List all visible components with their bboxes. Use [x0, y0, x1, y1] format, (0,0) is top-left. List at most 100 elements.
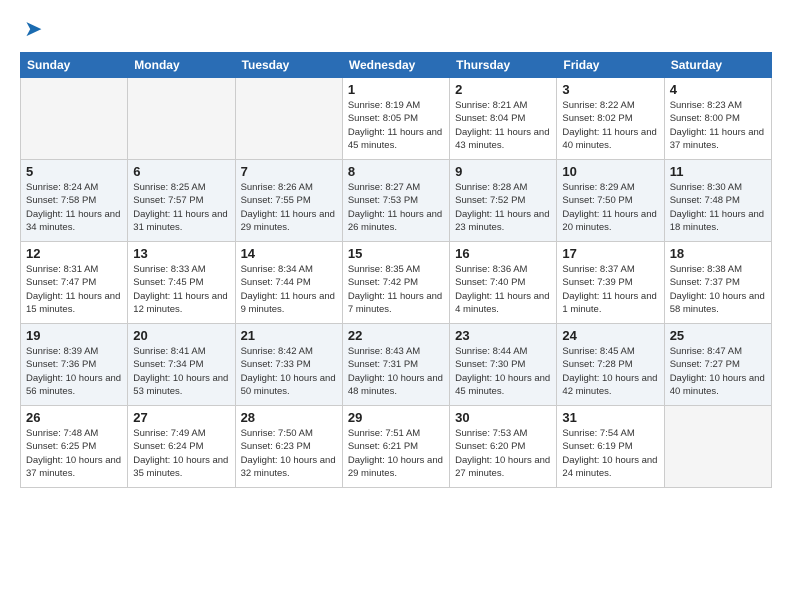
day-info: Sunrise: 7:53 AM Sunset: 6:20 PM Dayligh…: [455, 427, 551, 480]
calendar-cell: 24 Sunrise: 8:45 AM Sunset: 7:28 PM Dayli…: [557, 324, 664, 406]
calendar-cell: 30 Sunrise: 7:53 AM Sunset: 6:20 PM Dayli…: [450, 406, 557, 488]
calendar-cell: [235, 78, 342, 160]
calendar-cell: 16 Sunrise: 8:36 AM Sunset: 7:40 PM Dayli…: [450, 242, 557, 324]
calendar-cell: 15 Sunrise: 8:35 AM Sunset: 7:42 PM Dayli…: [342, 242, 449, 324]
day-info: Sunrise: 8:31 AM Sunset: 7:47 PM Dayligh…: [26, 263, 122, 316]
calendar-week-row: 26Sunrise: 7:48 AM Sunset: 6:25 PM Dayli…: [21, 406, 772, 488]
day-number: 24: [562, 328, 658, 343]
weekday-header-friday: Friday: [557, 53, 664, 78]
day-number: 18: [670, 246, 766, 261]
day-number: 2: [455, 82, 551, 97]
calendar-week-row: 5Sunrise: 8:24 AM Sunset: 7:58 PM Daylig…: [21, 160, 772, 242]
day-number: 29: [348, 410, 444, 425]
day-number: 11: [670, 164, 766, 179]
day-number: 21: [241, 328, 337, 343]
calendar-cell: 29 Sunrise: 7:51 AM Sunset: 6:21 PM Dayli…: [342, 406, 449, 488]
day-number: 15: [348, 246, 444, 261]
page: ➤ SundayMondayTuesdayWednesdayThursdayFr…: [0, 0, 792, 612]
day-number: 17: [562, 246, 658, 261]
day-info: Sunrise: 8:22 AM Sunset: 8:02 PM Dayligh…: [562, 99, 658, 152]
day-number: 6: [133, 164, 229, 179]
calendar-week-row: 12 Sunrise: 8:31 AM Sunset: 7:47 PM Dayli…: [21, 242, 772, 324]
day-info: Sunrise: 7:50 AM Sunset: 6:23 PM Dayligh…: [241, 427, 337, 480]
calendar-cell: 9 Sunrise: 8:28 AM Sunset: 7:52 PM Daylig…: [450, 160, 557, 242]
calendar-cell: 20 Sunrise: 8:41 AM Sunset: 7:34 PM Dayli…: [128, 324, 235, 406]
day-info: Sunrise: 8:35 AM Sunset: 7:42 PM Dayligh…: [348, 263, 444, 316]
weekday-header-wednesday: Wednesday: [342, 53, 449, 78]
day-info: Sunrise: 8:34 AM Sunset: 7:44 PM Dayligh…: [241, 263, 337, 316]
weekday-header-tuesday: Tuesday: [235, 53, 342, 78]
calendar-cell: 10 Sunrise: 8:29 AM Sunset: 7:50 PM Dayli…: [557, 160, 664, 242]
calendar: SundayMondayTuesdayWednesdayThursdayFrid…: [20, 52, 772, 488]
day-number: 30: [455, 410, 551, 425]
calendar-cell: 5Sunrise: 8:24 AM Sunset: 7:58 PM Daylig…: [21, 160, 128, 242]
day-number: 12: [26, 246, 122, 261]
day-info: Sunrise: 8:45 AM Sunset: 7:28 PM Dayligh…: [562, 345, 658, 398]
calendar-cell: 23Sunrise: 8:44 AM Sunset: 7:30 PM Dayli…: [450, 324, 557, 406]
day-info: Sunrise: 8:36 AM Sunset: 7:40 PM Dayligh…: [455, 263, 551, 316]
weekday-header-sunday: Sunday: [21, 53, 128, 78]
day-number: 16: [455, 246, 551, 261]
calendar-cell: 31 Sunrise: 7:54 AM Sunset: 6:19 PM Dayli…: [557, 406, 664, 488]
calendar-cell: 11 Sunrise: 8:30 AM Sunset: 7:48 PM Dayli…: [664, 160, 771, 242]
day-info: Sunrise: 8:47 AM Sunset: 7:27 PM Dayligh…: [670, 345, 766, 398]
day-info: Sunrise: 8:39 AM Sunset: 7:36 PM Dayligh…: [26, 345, 122, 398]
header: ➤: [20, 16, 772, 42]
day-info: Sunrise: 8:43 AM Sunset: 7:31 PM Dayligh…: [348, 345, 444, 398]
day-number: 22: [348, 328, 444, 343]
day-info: Sunrise: 8:24 AM Sunset: 7:58 PM Dayligh…: [26, 181, 122, 234]
calendar-cell: 6 Sunrise: 8:25 AM Sunset: 7:57 PM Daylig…: [128, 160, 235, 242]
calendar-cell: 18 Sunrise: 8:38 AM Sunset: 7:37 PM Dayli…: [664, 242, 771, 324]
weekday-header-thursday: Thursday: [450, 53, 557, 78]
day-info: Sunrise: 8:38 AM Sunset: 7:37 PM Dayligh…: [670, 263, 766, 316]
day-info: Sunrise: 8:41 AM Sunset: 7:34 PM Dayligh…: [133, 345, 229, 398]
day-number: 31: [562, 410, 658, 425]
logo: ➤: [20, 16, 42, 42]
day-info: Sunrise: 7:51 AM Sunset: 6:21 PM Dayligh…: [348, 427, 444, 480]
day-number: 4: [670, 82, 766, 97]
day-info: Sunrise: 8:23 AM Sunset: 8:00 PM Dayligh…: [670, 99, 766, 152]
calendar-cell: 28Sunrise: 7:50 AM Sunset: 6:23 PM Dayli…: [235, 406, 342, 488]
day-number: 20: [133, 328, 229, 343]
day-info: Sunrise: 7:54 AM Sunset: 6:19 PM Dayligh…: [562, 427, 658, 480]
day-number: 1: [348, 82, 444, 97]
weekday-header-monday: Monday: [128, 53, 235, 78]
calendar-cell: 7 Sunrise: 8:26 AM Sunset: 7:55 PM Daylig…: [235, 160, 342, 242]
day-number: 19: [26, 328, 122, 343]
day-number: 7: [241, 164, 337, 179]
day-info: Sunrise: 8:28 AM Sunset: 7:52 PM Dayligh…: [455, 181, 551, 234]
day-info: Sunrise: 8:30 AM Sunset: 7:48 PM Dayligh…: [670, 181, 766, 234]
day-info: Sunrise: 8:25 AM Sunset: 7:57 PM Dayligh…: [133, 181, 229, 234]
calendar-cell: 13 Sunrise: 8:33 AM Sunset: 7:45 PM Dayli…: [128, 242, 235, 324]
calendar-cell: 3Sunrise: 8:22 AM Sunset: 8:02 PM Daylig…: [557, 78, 664, 160]
calendar-cell: 17 Sunrise: 8:37 AM Sunset: 7:39 PM Dayli…: [557, 242, 664, 324]
day-info: Sunrise: 8:37 AM Sunset: 7:39 PM Dayligh…: [562, 263, 658, 316]
calendar-cell: 25Sunrise: 8:47 AM Sunset: 7:27 PM Dayli…: [664, 324, 771, 406]
day-info: Sunrise: 7:49 AM Sunset: 6:24 PM Dayligh…: [133, 427, 229, 480]
day-number: 23: [455, 328, 551, 343]
day-number: 10: [562, 164, 658, 179]
day-info: Sunrise: 8:29 AM Sunset: 7:50 PM Dayligh…: [562, 181, 658, 234]
day-number: 9: [455, 164, 551, 179]
day-info: Sunrise: 8:26 AM Sunset: 7:55 PM Dayligh…: [241, 181, 337, 234]
day-info: Sunrise: 7:48 AM Sunset: 6:25 PM Dayligh…: [26, 427, 122, 480]
calendar-cell: 27 Sunrise: 7:49 AM Sunset: 6:24 PM Dayli…: [128, 406, 235, 488]
calendar-cell: 19 Sunrise: 8:39 AM Sunset: 7:36 PM Dayli…: [21, 324, 128, 406]
calendar-cell: 4 Sunrise: 8:23 AM Sunset: 8:00 PM Daylig…: [664, 78, 771, 160]
day-info: Sunrise: 8:42 AM Sunset: 7:33 PM Dayligh…: [241, 345, 337, 398]
day-info: Sunrise: 8:33 AM Sunset: 7:45 PM Dayligh…: [133, 263, 229, 316]
day-number: 27: [133, 410, 229, 425]
calendar-cell: 26Sunrise: 7:48 AM Sunset: 6:25 PM Dayli…: [21, 406, 128, 488]
calendar-cell: [128, 78, 235, 160]
calendar-cell: 14Sunrise: 8:34 AM Sunset: 7:44 PM Dayli…: [235, 242, 342, 324]
day-info: Sunrise: 8:19 AM Sunset: 8:05 PM Dayligh…: [348, 99, 444, 152]
calendar-cell: 2 Sunrise: 8:21 AM Sunset: 8:04 PM Daylig…: [450, 78, 557, 160]
calendar-cell: [21, 78, 128, 160]
calendar-cell: 8Sunrise: 8:27 AM Sunset: 7:53 PM Daylig…: [342, 160, 449, 242]
logo-bird-icon: ➤: [24, 16, 42, 42]
calendar-cell: [664, 406, 771, 488]
calendar-cell: 12 Sunrise: 8:31 AM Sunset: 7:47 PM Dayli…: [21, 242, 128, 324]
day-number: 13: [133, 246, 229, 261]
day-info: Sunrise: 8:21 AM Sunset: 8:04 PM Dayligh…: [455, 99, 551, 152]
calendar-cell: 1 Sunrise: 8:19 AM Sunset: 8:05 PM Daylig…: [342, 78, 449, 160]
